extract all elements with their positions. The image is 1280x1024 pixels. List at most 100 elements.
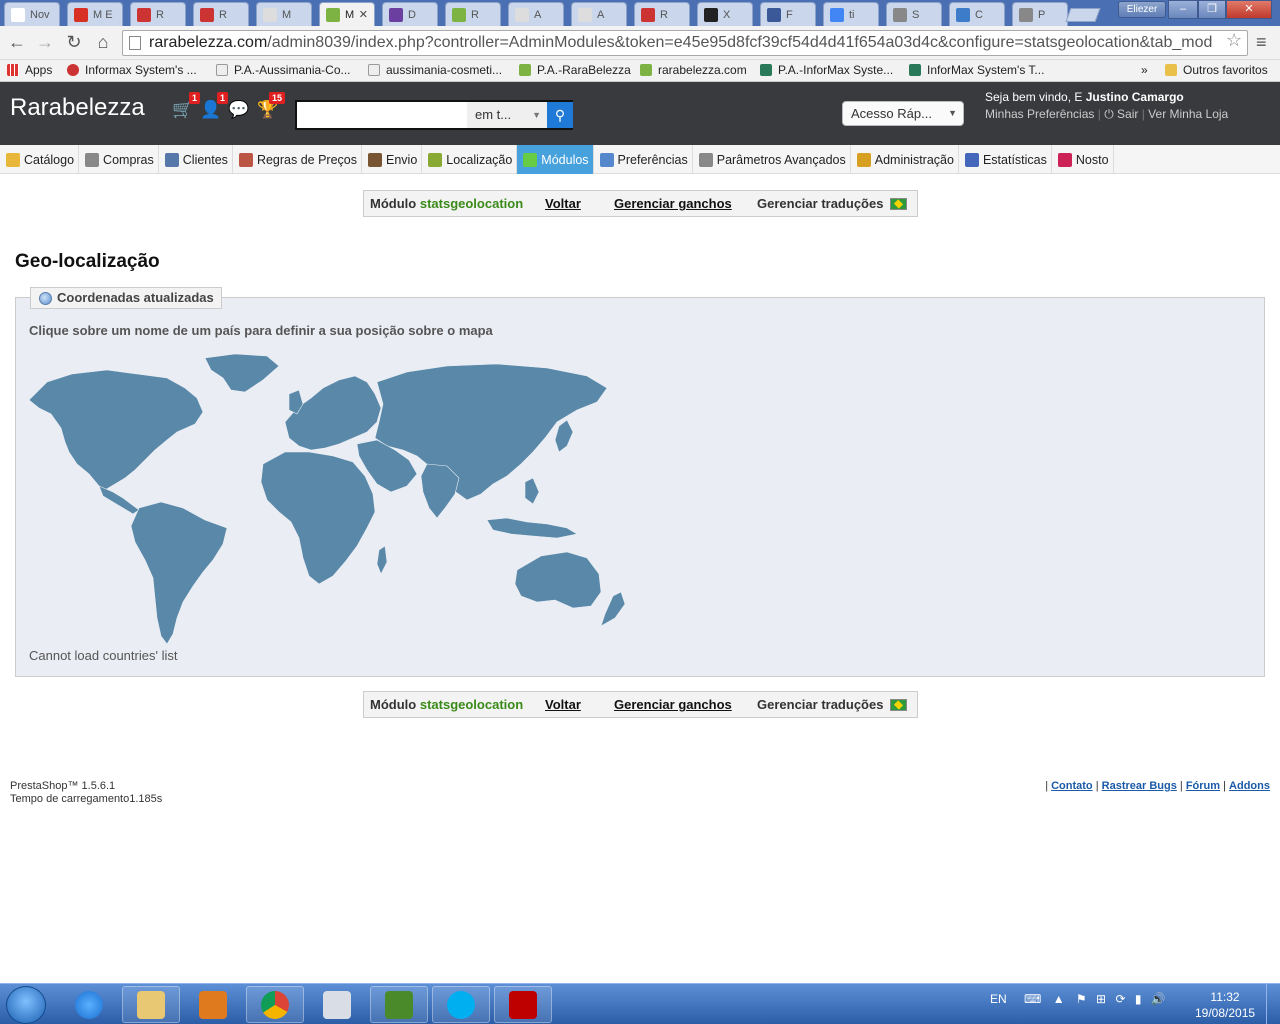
- chrome-taskbar-button[interactable]: [246, 986, 304, 1023]
- tab-favicon-icon: [578, 7, 592, 22]
- orders-cart-icon[interactable]: 🛒 1: [172, 92, 200, 122]
- windows-icon[interactable]: ⊞: [1096, 992, 1106, 1006]
- browser-tab[interactable]: A: [571, 2, 627, 26]
- action-center-flag-icon[interactable]: ⚑: [1076, 992, 1087, 1006]
- manage-translations-link[interactable]: Gerenciar traduções: [757, 697, 883, 712]
- calculator-taskbar-button[interactable]: [308, 986, 366, 1023]
- menu-item-regras-de-pre-os[interactable]: Regras de Preços: [233, 145, 362, 174]
- menu-item-compras[interactable]: Compras: [79, 145, 159, 174]
- browser-tab[interactable]: Nov: [4, 2, 60, 26]
- menu-item-par-metros-avan-ados[interactable]: Parâmetros Avançados: [693, 145, 851, 174]
- browser-tab[interactable]: A: [508, 2, 564, 26]
- my-preferences-link[interactable]: Minhas Preferências: [985, 107, 1094, 121]
- tray-expand-icon[interactable]: ▲: [1053, 992, 1065, 1006]
- browser-tab[interactable]: X: [697, 2, 753, 26]
- internet-explorer-taskbar-button[interactable]: [60, 986, 118, 1023]
- start-button[interactable]: [6, 986, 46, 1024]
- bookmark-item[interactable]: aussimania-cosmeti...: [368, 63, 502, 77]
- sync-icon[interactable]: ⟳: [1115, 992, 1125, 1006]
- menu-item-administra-o[interactable]: Administração: [851, 145, 959, 174]
- close-window-button[interactable]: ✕: [1226, 0, 1272, 19]
- home-icon[interactable]: ⌂: [92, 31, 114, 53]
- bookmark-star-icon[interactable]: ☆: [1226, 30, 1242, 51]
- search-scope-select[interactable]: em t... ▼: [467, 102, 547, 128]
- browser-tab[interactable]: C: [949, 2, 1005, 26]
- file-explorer-taskbar-button[interactable]: [122, 986, 180, 1023]
- back-icon[interactable]: ←: [6, 31, 28, 53]
- browser-tab[interactable]: D: [382, 2, 438, 26]
- menu-item-clientes[interactable]: Clientes: [159, 145, 233, 174]
- browser-tab[interactable]: M ✕: [319, 2, 375, 26]
- search-button[interactable]: ⚲: [547, 102, 573, 128]
- bookmark-item[interactable]: P.A.-Aussimania-Co...: [216, 63, 351, 77]
- trophy-icon[interactable]: 🏆 15: [257, 92, 285, 122]
- messages-icon[interactable]: 💬: [228, 100, 250, 122]
- volume-icon[interactable]: 🔊: [1151, 992, 1166, 1006]
- forward-icon[interactable]: →: [34, 31, 56, 53]
- network-signal-icon[interactable]: ▮: [1135, 992, 1142, 1006]
- clock[interactable]: 11:32 19/08/2015: [1195, 989, 1255, 1021]
- other-bookmarks[interactable]: Outros favoritos: [1165, 63, 1268, 77]
- bookmark-item[interactable]: rarabelezza.com: [640, 63, 747, 77]
- menu-item-envio[interactable]: Envio: [362, 145, 423, 174]
- reload-icon[interactable]: ↻: [63, 31, 85, 53]
- tab-close-icon[interactable]: ✕: [359, 8, 368, 21]
- menu-item-prefer-ncias[interactable]: Preferências: [594, 145, 693, 174]
- browser-tab[interactable]: S: [886, 2, 942, 26]
- back-link[interactable]: Voltar: [545, 697, 581, 712]
- browser-tab[interactable]: M: [256, 2, 312, 26]
- manage-hooks-link[interactable]: Gerenciar ganchos: [614, 697, 732, 712]
- skype-taskbar-button[interactable]: [432, 986, 490, 1023]
- browser-menu-icon[interactable]: ≡: [1256, 32, 1267, 53]
- shop-name[interactable]: Rarabelezza: [10, 94, 145, 122]
- manage-translations-link[interactable]: Gerenciar traduções: [757, 196, 883, 211]
- view-shop-link[interactable]: Ver Minha Loja: [1148, 107, 1228, 121]
- bookmark-item[interactable]: P.A.-RaraBelezza: [519, 63, 631, 77]
- error-message: Cannot load countries' list: [29, 648, 178, 663]
- customers-icon[interactable]: 👤 1: [200, 92, 228, 122]
- bookmark-item[interactable]: Informax System's ...: [67, 63, 197, 77]
- world-map[interactable]: [27, 352, 632, 647]
- menu-item-estat-sticas[interactable]: Estatísticas: [959, 145, 1052, 174]
- menu-item-cat-logo[interactable]: Catálogo: [0, 145, 80, 174]
- menu-item-nosto[interactable]: Nosto: [1052, 145, 1114, 174]
- search-input[interactable]: [297, 102, 465, 128]
- contact-link[interactable]: Contato: [1051, 780, 1093, 792]
- forum-link[interactable]: Fórum: [1186, 780, 1220, 792]
- browser-tab[interactable]: M E: [67, 2, 123, 26]
- bug-tracker-link[interactable]: Rastrear Bugs: [1102, 780, 1177, 792]
- menu-item-localiza-o[interactable]: Localização: [422, 145, 518, 174]
- keyboard-icon[interactable]: ⌨: [1024, 992, 1041, 1006]
- show-desktop-button[interactable]: [1266, 984, 1280, 1024]
- bookmarks-overflow[interactable]: »: [1141, 63, 1148, 77]
- new-tab-button[interactable]: [1065, 8, 1101, 22]
- browser-tab[interactable]: R: [193, 2, 249, 26]
- tab-favicon-icon: [74, 7, 88, 22]
- bookmark-item[interactable]: P.A.-InforMax Syste...: [760, 63, 893, 77]
- filezilla-taskbar-button[interactable]: [494, 986, 552, 1023]
- logout-link[interactable]: Sair: [1117, 107, 1138, 121]
- brazil-flag-icon[interactable]: [890, 699, 907, 711]
- browser-tab[interactable]: ti: [823, 2, 879, 26]
- minimize-button[interactable]: –: [1168, 0, 1198, 19]
- page-icon: [368, 64, 380, 76]
- menu-item-m-dulos[interactable]: Módulos: [517, 145, 594, 174]
- address-bar[interactable]: rarabelezza.com/admin8039/index.php?cont…: [122, 30, 1248, 56]
- brazil-flag-icon[interactable]: [890, 198, 907, 210]
- language-indicator[interactable]: EN: [990, 992, 1007, 1006]
- browser-tab[interactable]: P: [1012, 2, 1068, 26]
- maximize-button[interactable]: ❐: [1198, 0, 1226, 19]
- quick-access-select[interactable]: Acesso Ráp... ▼: [842, 101, 964, 126]
- browser-user-chip[interactable]: Eliezer: [1118, 1, 1166, 18]
- back-link[interactable]: Voltar: [545, 196, 581, 211]
- browser-tab[interactable]: R: [445, 2, 501, 26]
- browser-tab[interactable]: F: [760, 2, 816, 26]
- browser-tab[interactable]: R: [634, 2, 690, 26]
- bookmark-apps[interactable]: Apps: [7, 63, 52, 77]
- bookmark-item[interactable]: InforMax System's T...: [909, 63, 1044, 77]
- browser-tab[interactable]: R: [130, 2, 186, 26]
- addons-link[interactable]: Addons: [1229, 780, 1270, 792]
- manage-hooks-link[interactable]: Gerenciar ganchos: [614, 196, 732, 211]
- wifi-app-taskbar-button[interactable]: [370, 986, 428, 1023]
- media-player-taskbar-button[interactable]: [184, 986, 242, 1023]
